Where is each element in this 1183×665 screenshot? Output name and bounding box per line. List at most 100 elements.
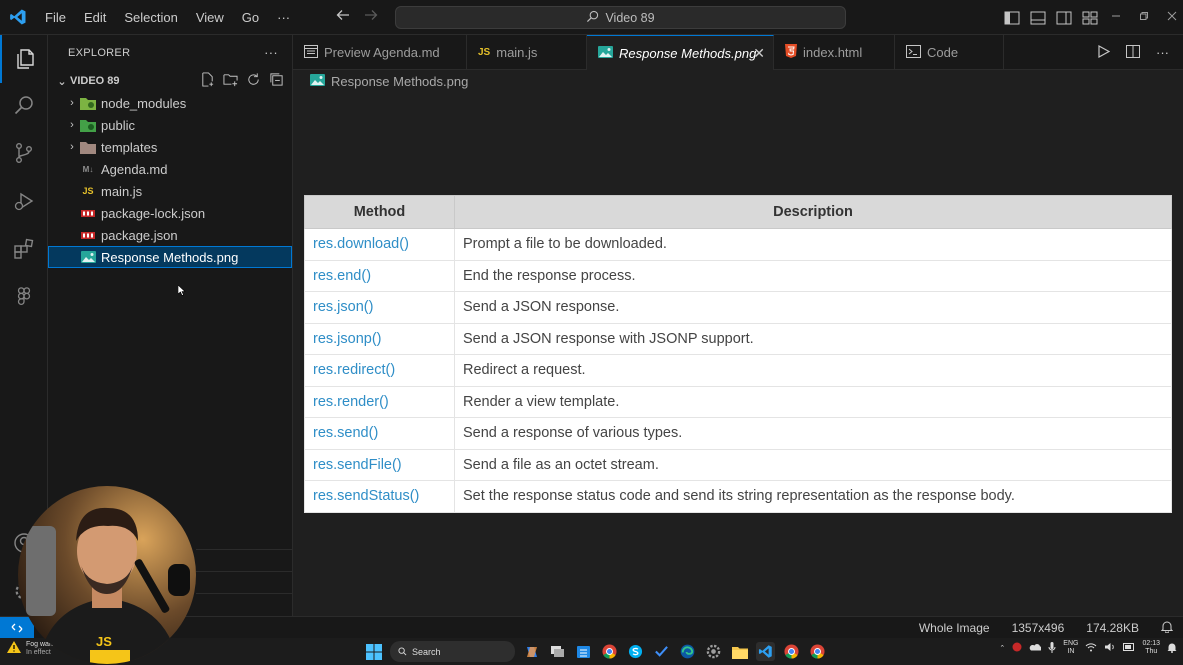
title-bar: File Edit Selection View Go ··· Video 89 <box>0 0 1183 35</box>
method-cell: res.download() <box>304 228 455 261</box>
menu-go[interactable]: Go <box>233 0 268 35</box>
skype-icon[interactable] <box>626 642 645 661</box>
tree-item-label: node_modules <box>101 95 187 111</box>
tab-response-methods[interactable]: Response Methods.png ✕ <box>587 35 774 70</box>
onedrive-icon[interactable] <box>1029 643 1043 653</box>
file-explorer-icon[interactable] <box>730 642 749 661</box>
microphone-icon[interactable] <box>1048 641 1056 655</box>
collapse-all-icon[interactable] <box>269 72 284 90</box>
notification-bell-icon[interactable] <box>1167 642 1177 655</box>
workspace-folder[interactable]: ⌄ VIDEO 89 <box>48 70 292 92</box>
tab-label: main.js <box>496 45 538 60</box>
close-tab-icon[interactable]: ✕ <box>753 45 765 62</box>
chrome-icon[interactable] <box>600 642 619 661</box>
todo-icon[interactable] <box>652 642 671 661</box>
tab-main-js[interactable]: JS main.js <box>467 35 587 70</box>
tab-index-html[interactable]: index.html <box>774 35 895 70</box>
clock-day: Thu <box>1145 648 1158 655</box>
restore-icon[interactable] <box>1139 11 1149 24</box>
explorer-more-button[interactable]: ··· <box>264 45 278 60</box>
method-cell: res.render() <box>304 385 455 418</box>
description-cell: Send a JSON response with JSONP support. <box>454 322 1172 355</box>
new-file-icon[interactable] <box>200 72 215 90</box>
command-center-label: Video 89 <box>605 10 655 25</box>
tree-item-agenda-md[interactable]: M↓ Agenda.md <box>48 158 292 180</box>
language-indicator[interactable]: ENG IN <box>1063 640 1078 656</box>
method-cell: res.end() <box>304 259 455 292</box>
js-icon: JS <box>82 186 94 196</box>
copilot-icon[interactable] <box>522 642 541 661</box>
menu-file[interactable]: File <box>36 0 75 35</box>
method-cell: res.send() <box>304 417 455 450</box>
back-arrow-icon[interactable] <box>336 8 350 27</box>
new-folder-icon[interactable] <box>223 72 238 90</box>
toggle-panel-icon[interactable] <box>1029 9 1047 27</box>
menu-bar: File Edit Selection View Go ··· <box>36 0 299 35</box>
tree-item-package-lock-json[interactable]: package-lock.json <box>48 202 292 224</box>
tray-app-icon[interactable] <box>1012 642 1022 654</box>
task-view-icon[interactable] <box>548 642 567 661</box>
menu-selection[interactable]: Selection <box>115 0 186 35</box>
table-row: res.redirect() Redirect a request. <box>304 354 1172 387</box>
search-view-icon[interactable] <box>0 81 48 129</box>
split-editor-icon[interactable] <box>1126 44 1140 61</box>
notifications-bell-icon[interactable] <box>1160 620 1174 636</box>
column-header-description: Description <box>454 195 1172 229</box>
clock[interactable]: 02:13 Thu <box>1142 640 1160 656</box>
chrome-profile-icon[interactable] <box>808 642 827 661</box>
tab-preview-agenda[interactable]: Preview Agenda.md <box>293 35 467 70</box>
calendar-app-icon[interactable] <box>574 642 593 661</box>
minimize-icon[interactable] <box>1111 11 1121 24</box>
tree-item-main-js[interactable]: JS main.js <box>48 180 292 202</box>
table-header-row: Method Description <box>304 195 1172 229</box>
extensions-icon[interactable] <box>0 225 48 273</box>
tree-item-node-modules[interactable]: › node_modules <box>48 92 292 114</box>
figma-icon[interactable] <box>0 273 48 321</box>
vscode-taskbar-icon[interactable] <box>756 642 775 661</box>
panel-divider <box>196 549 292 550</box>
toggle-primary-sidebar-icon[interactable] <box>1003 9 1021 27</box>
battery-icon[interactable] <box>1123 643 1135 653</box>
tab-label: index.html <box>803 45 863 60</box>
command-center-search[interactable]: Video 89 <box>395 6 846 29</box>
tab-code-terminal[interactable]: Code <box>895 35 1004 70</box>
image-editor: Response Methods.png Method Description … <box>293 70 1183 616</box>
folder-actions <box>200 72 292 90</box>
method-cell: res.redirect() <box>304 354 455 387</box>
explorer-icon[interactable] <box>0 35 48 83</box>
taskbar-search[interactable]: Search <box>390 641 515 662</box>
method-cell: res.json() <box>304 291 455 324</box>
close-window-icon[interactable] <box>1167 11 1177 24</box>
menu-view[interactable]: View <box>187 0 233 35</box>
method-cell: res.sendFile() <box>304 448 455 481</box>
tree-item-templates[interactable]: › templates <box>48 136 292 158</box>
edge-icon[interactable] <box>678 642 697 661</box>
menu-more[interactable]: ··· <box>268 0 299 35</box>
wifi-icon[interactable] <box>1085 642 1097 654</box>
zoom-status[interactable]: Whole Image <box>919 621 990 635</box>
menu-edit[interactable]: Edit <box>75 0 115 35</box>
tree-item-response-methods-png[interactable]: Response Methods.png <box>48 246 292 268</box>
refresh-icon[interactable] <box>246 72 261 90</box>
run-icon[interactable] <box>1098 44 1111 61</box>
more-actions-icon[interactable]: ··· <box>1156 45 1169 60</box>
run-debug-icon[interactable] <box>0 177 48 225</box>
remote-indicator-icon[interactable] <box>0 616 34 639</box>
tab-label: Preview Agenda.md <box>324 45 440 60</box>
source-control-icon[interactable] <box>0 129 48 177</box>
breadcrumb[interactable]: Response Methods.png <box>310 74 468 89</box>
chevron-up-icon[interactable]: ⌃ <box>999 644 1005 652</box>
forward-arrow-icon[interactable] <box>364 8 378 27</box>
customize-layout-icon[interactable] <box>1081 9 1099 27</box>
tree-item-package-json[interactable]: package.json <box>48 224 292 246</box>
status-right: Whole Image 1357x496 174.28KB <box>919 620 1174 636</box>
terminal-icon <box>906 44 921 61</box>
npm-icon <box>80 228 96 242</box>
image-icon <box>598 45 613 61</box>
windows-start-icon[interactable] <box>364 642 383 661</box>
toggle-secondary-sidebar-icon[interactable] <box>1055 9 1073 27</box>
tree-item-public[interactable]: › public <box>48 114 292 136</box>
volume-icon[interactable] <box>1104 642 1116 654</box>
settings-app-icon[interactable] <box>704 642 723 661</box>
chrome-icon[interactable] <box>782 642 801 661</box>
